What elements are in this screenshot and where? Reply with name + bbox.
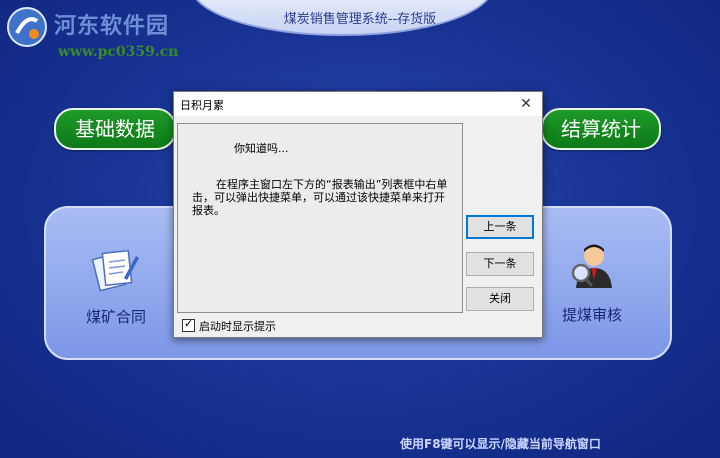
user-search-icon bbox=[571, 244, 612, 288]
dialog-title: 日积月累 bbox=[180, 99, 224, 112]
app-title: 煤炭销售管理系统--存货版 bbox=[283, 12, 437, 27]
previous-tip-button[interactable]: 上一条 bbox=[466, 215, 534, 239]
tip-content-box: 你知道吗... 在程序主窗口左下方的“报表输出”列表框中右单击，可以弹出快捷菜单… bbox=[177, 123, 463, 313]
settlement-stats-button[interactable]: 结算统计 bbox=[541, 108, 661, 150]
next-tip-button[interactable]: 下一条 bbox=[466, 252, 534, 276]
documents-icon bbox=[91, 249, 139, 292]
tip-body: 在程序主窗口左下方的“报表输出”列表框中右单击，可以弹出快捷菜单，可以通过该快捷… bbox=[192, 178, 448, 217]
coal-audit-module[interactable]: 提煤审核 bbox=[552, 240, 632, 325]
close-button[interactable]: 关闭 bbox=[466, 287, 534, 311]
watermark-logo-icon bbox=[7, 7, 47, 47]
show-on-startup-label: 启动时显示提示 bbox=[199, 320, 276, 333]
close-icon[interactable]: ✕ bbox=[514, 94, 538, 114]
tip-dialog: 日积月累 ✕ 你知道吗... 在程序主窗口左下方的“报表输出”列表框中右单击，可… bbox=[173, 91, 543, 338]
basic-data-button[interactable]: 基础数据 bbox=[54, 108, 176, 150]
coal-contract-module[interactable]: 煤矿合同 bbox=[76, 242, 156, 327]
coal-contract-label: 煤矿合同 bbox=[85, 308, 146, 326]
show-on-startup-checkbox[interactable]: 启动时显示提示 bbox=[182, 317, 276, 334]
checkbox-box[interactable] bbox=[182, 317, 195, 332]
dialog-titlebar[interactable]: 日积月累 ✕ bbox=[174, 92, 542, 116]
f8-hint: 使用F8键可以显示/隐藏当前导航窗口 bbox=[400, 437, 601, 451]
tip-heading: 你知道吗... bbox=[234, 142, 289, 155]
watermark-name: 河东软件园 bbox=[54, 13, 170, 39]
coal-audit-label: 提煤审核 bbox=[561, 306, 622, 324]
watermark-url: www.pc0359.cn bbox=[58, 44, 179, 60]
